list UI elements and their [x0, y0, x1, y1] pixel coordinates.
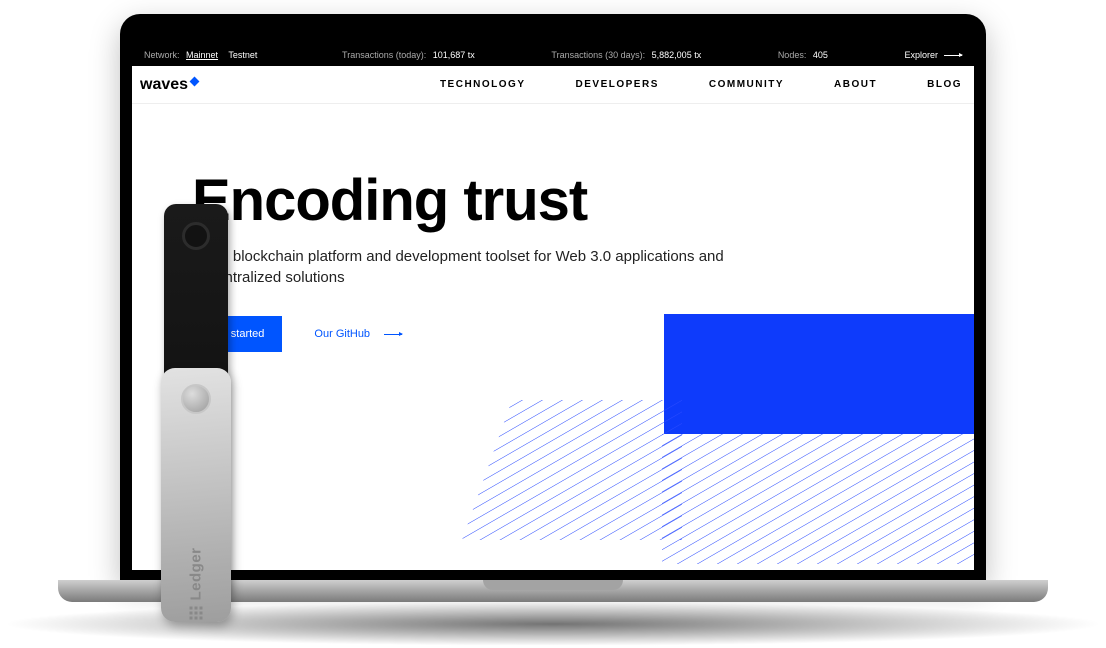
stat-nodes: Nodes: 405	[778, 50, 828, 60]
stat-label: Transactions (today):	[342, 50, 426, 60]
nav-developers[interactable]: DEVELOPERS	[576, 79, 659, 90]
arrow-right-icon	[384, 334, 402, 335]
stat-label: Transactions (30 days):	[551, 50, 645, 60]
hero-section: Encoding trust Open blockchain platform …	[132, 104, 974, 570]
stat-tx-30d: Transactions (30 days): 5,882,005 tx	[551, 50, 701, 60]
nav-technology[interactable]: TECHNOLOGY	[440, 79, 526, 90]
ledger-device-cover: Ledger	[161, 368, 231, 622]
ledger-pivot-icon	[181, 384, 211, 414]
browser-screen: Network: Mainnet Testnet Transactions (t…	[132, 44, 974, 570]
main-nav: waves TECHNOLOGY DEVELOPERS COMMUNITY AB…	[132, 66, 974, 104]
network-stats-bar: Network: Mainnet Testnet Transactions (t…	[132, 44, 974, 66]
network-mainnet-link[interactable]: Mainnet	[186, 50, 218, 60]
logo-diamond-icon	[190, 77, 200, 87]
arrow-right-icon	[944, 55, 962, 56]
network-label: Network:	[144, 50, 180, 60]
hero-title: Encoding trust	[192, 172, 974, 230]
nav-blog[interactable]: BLOG	[927, 79, 962, 90]
stat-label: Nodes:	[778, 50, 807, 60]
logo-text: waves	[140, 76, 188, 94]
laptop-frame: Network: Mainnet Testnet Transactions (t…	[120, 14, 986, 580]
stat-value: 101,687 tx	[433, 50, 475, 60]
logo[interactable]: waves	[140, 76, 198, 94]
network-selector: Network: Mainnet Testnet	[144, 50, 265, 60]
stat-tx-today: Transactions (today): 101,687 tx	[342, 50, 475, 60]
ledger-button-icon	[182, 222, 210, 250]
ledger-brand-label: Ledger	[188, 547, 205, 619]
github-link[interactable]: Our GitHub	[314, 328, 402, 340]
github-link-label: Our GitHub	[314, 328, 370, 340]
decorative-hatch-pattern	[662, 434, 974, 564]
stat-value: 5,882,005 tx	[652, 50, 702, 60]
nav-community[interactable]: COMMUNITY	[709, 79, 784, 90]
ledger-brand-text: Ledger	[188, 547, 205, 600]
hero-subtitle: Open blockchain platform and development…	[192, 246, 752, 288]
network-testnet-link[interactable]: Testnet	[228, 50, 257, 60]
stat-value: 405	[813, 50, 828, 60]
explorer-label: Explorer	[905, 50, 939, 60]
laptop-notch	[483, 580, 623, 590]
ledger-dots-icon	[190, 607, 203, 620]
ledger-device: Ledger	[156, 204, 236, 622]
decorative-hatch-pattern	[462, 400, 682, 540]
decorative-blue-block	[664, 314, 974, 434]
nav-about[interactable]: ABOUT	[834, 79, 877, 90]
explorer-link[interactable]: Explorer	[905, 50, 963, 60]
